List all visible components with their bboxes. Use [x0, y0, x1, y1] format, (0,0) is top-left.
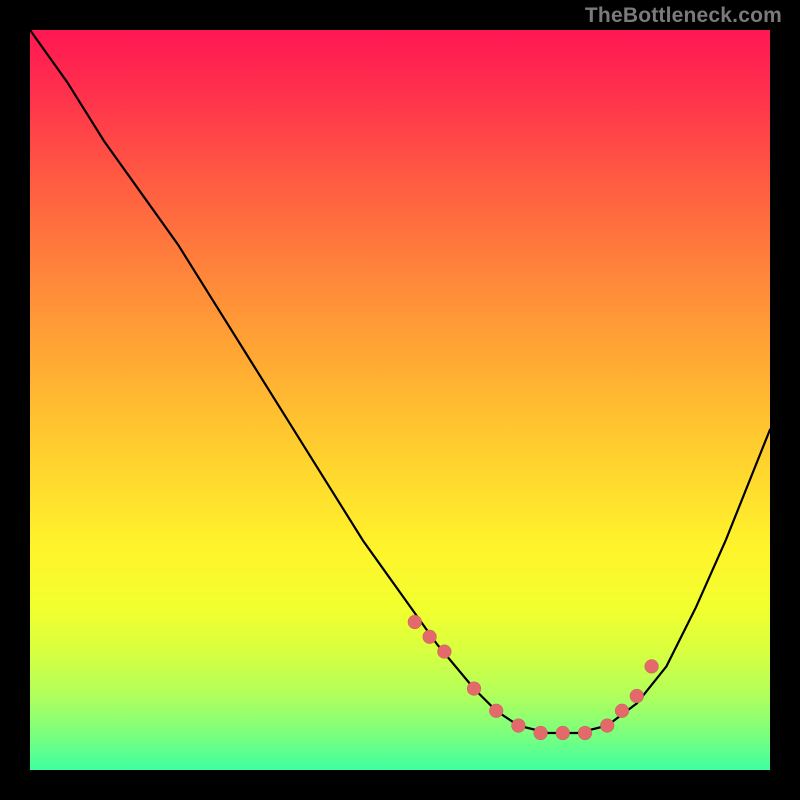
- chart-frame: TheBottleneck.com: [0, 0, 800, 800]
- marker-dot: [600, 719, 614, 733]
- marker-dot: [630, 689, 644, 703]
- marker-dot: [423, 630, 437, 644]
- marker-dot: [645, 659, 659, 673]
- marker-dot: [467, 682, 481, 696]
- marker-dot: [437, 645, 451, 659]
- chart-svg: [30, 30, 770, 770]
- marker-dots: [408, 615, 659, 740]
- marker-dot: [615, 704, 629, 718]
- marker-dot: [408, 615, 422, 629]
- marker-dot: [489, 704, 503, 718]
- marker-dot: [578, 726, 592, 740]
- curve-line: [30, 30, 770, 733]
- marker-dot: [511, 719, 525, 733]
- watermark-text: TheBottleneck.com: [585, 4, 782, 28]
- marker-dot: [556, 726, 570, 740]
- plot-area: [30, 30, 770, 770]
- marker-dot: [534, 726, 548, 740]
